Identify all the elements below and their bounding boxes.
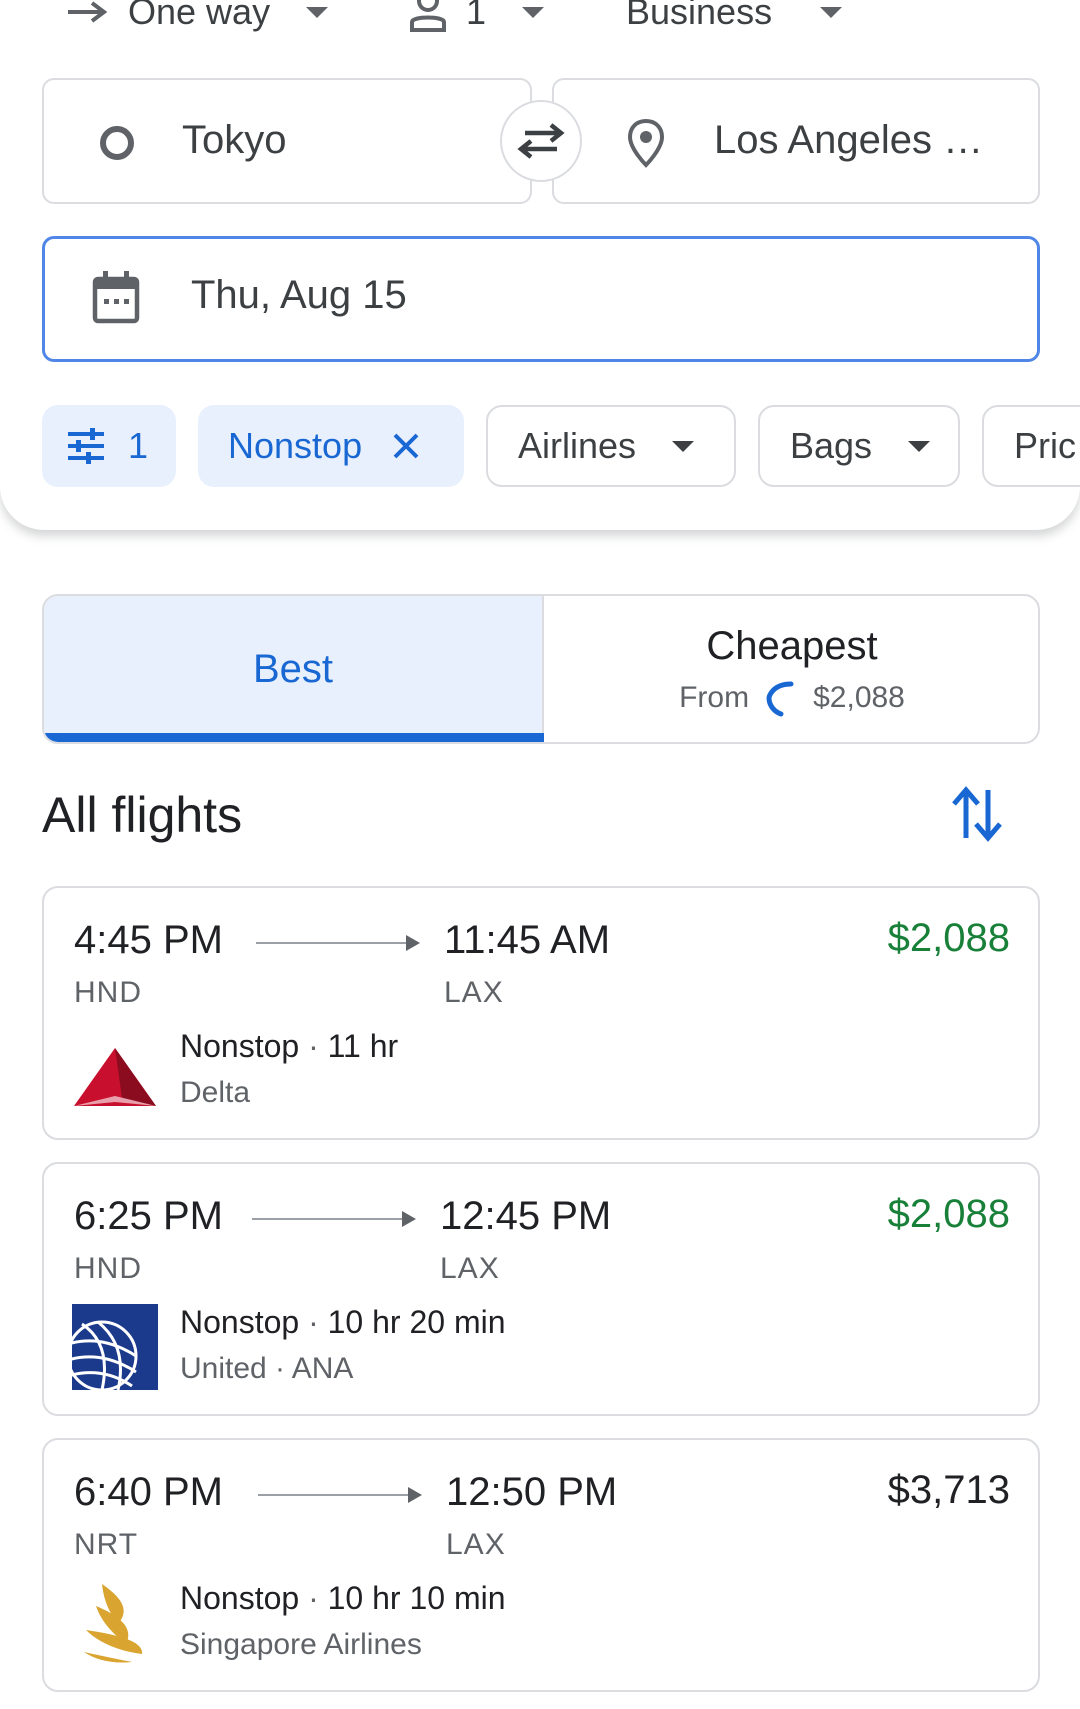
stops-label: Nonstop: [180, 1028, 300, 1064]
flight-arrow: [258, 1494, 408, 1496]
chip-price-label: Pric: [1014, 425, 1076, 466]
departure-date-field[interactable]: Thu, Aug 15: [42, 236, 1040, 362]
search-panel: One way 1 Business Tokyo Los Angeles … T…: [0, 0, 1080, 530]
arrive-time: 11:45 AM: [444, 918, 611, 962]
origin-circle-icon: [100, 126, 134, 160]
airline-name: Singapore Airlines: [180, 1628, 422, 1661]
chip-airlines-label: Airlines: [518, 425, 637, 466]
destination-field[interactable]: Los Angeles …: [552, 78, 1040, 204]
depart-airport-code: NRT: [74, 1528, 139, 1561]
arrive-time: 12:45 PM: [440, 1194, 612, 1238]
stops-label: Nonstop: [180, 1580, 300, 1616]
chip-price[interactable]: Pric: [982, 405, 1080, 487]
stops-label: Nonstop: [180, 1304, 300, 1340]
tune-icon: [68, 428, 104, 464]
origin-text: Tokyo: [182, 118, 287, 162]
flight-card[interactable]: 6:40 PM 12:50 PM $3,713 NRT LAX Nonstop …: [42, 1438, 1040, 1692]
tab-best[interactable]: Best: [44, 596, 544, 742]
depart-airport-code: HND: [74, 1252, 142, 1285]
arrow-right-icon: [68, 1, 108, 23]
tab-best-label: Best: [252, 646, 334, 691]
filter-count: 1: [128, 425, 149, 466]
calendar-icon: [92, 271, 140, 324]
depart-time: 4:45 PM: [74, 918, 223, 962]
flight-card[interactable]: 6:25 PM 12:45 PM $2,088 HND LAX Nonstop …: [42, 1162, 1040, 1416]
cabin-class-selector[interactable]: Business: [626, 0, 843, 34]
passenger-count: 1: [466, 0, 487, 32]
passenger-selector[interactable]: 1: [408, 0, 545, 34]
flight-price: $3,713: [887, 1468, 1010, 1512]
arrive-airport-code: LAX: [446, 1528, 506, 1561]
flight-card[interactable]: 4:45 PM 11:45 AM $2,088 HND LAX Nonstop …: [42, 886, 1040, 1140]
loading-spinner-icon: [766, 681, 794, 717]
singapore-airlines-logo-icon: [84, 1584, 143, 1663]
depart-time: 6:40 PM: [74, 1470, 223, 1514]
arrive-airport-code: LAX: [444, 976, 504, 1009]
duration-label: 11 hr: [327, 1028, 399, 1064]
sort-icon[interactable]: [950, 786, 1004, 842]
swap-icon: [517, 123, 565, 159]
origin-field[interactable]: Tokyo: [42, 78, 532, 204]
cheapest-from-label: From: [679, 681, 750, 714]
trip-type-label: One way: [128, 0, 271, 32]
tab-cheapest[interactable]: Cheapest From $2,088: [544, 596, 1038, 742]
chip-bags-label: Bags: [790, 425, 873, 466]
close-icon[interactable]: [392, 432, 420, 460]
arrow-head-icon: [406, 935, 420, 951]
airline-name: United: [180, 1352, 267, 1385]
location-pin-icon: [627, 118, 665, 168]
chevron-down-icon: [306, 6, 329, 18]
flight-arrow: [252, 1218, 402, 1220]
swap-locations-button[interactable]: [500, 100, 582, 182]
arrive-time: 12:50 PM: [446, 1470, 618, 1514]
sort-tabs: Best Cheapest From $2,088: [42, 594, 1040, 744]
destination-text: Los Angeles …: [714, 118, 984, 162]
arrow-head-icon: [408, 1487, 422, 1503]
tab-cheapest-label: Cheapest: [706, 624, 878, 668]
flight-price: $2,088: [887, 1192, 1010, 1236]
cabin-class-label: Business: [626, 0, 773, 32]
departure-date-text: Thu, Aug 15: [191, 273, 407, 317]
results-heading: All flights: [42, 787, 243, 843]
chip-nonstop[interactable]: Nonstop: [198, 405, 464, 487]
duration-label: 10 hr 20 min: [327, 1304, 506, 1340]
chevron-down-icon: [672, 440, 695, 452]
flight-price: $2,088: [887, 916, 1010, 960]
delta-logo-icon: [74, 1048, 156, 1106]
chevron-down-icon: [820, 6, 843, 18]
chip-bags[interactable]: Bags: [758, 405, 960, 487]
duration-label: 10 hr 10 min: [327, 1580, 506, 1616]
chip-airlines[interactable]: Airlines: [486, 405, 736, 487]
partner-airline-name: ANA: [291, 1352, 354, 1385]
chevron-down-icon: [522, 6, 545, 18]
airline-name: Delta: [180, 1076, 251, 1109]
cheapest-price: $2,088: [813, 681, 905, 714]
depart-airport-code: HND: [74, 976, 142, 1009]
depart-time: 6:25 PM: [74, 1194, 223, 1238]
person-icon: [410, 0, 446, 32]
united-logo-icon: [72, 1304, 158, 1390]
arrow-head-icon: [402, 1211, 416, 1227]
tab-active-indicator: [44, 733, 544, 742]
trip-type-selector[interactable]: One way: [66, 0, 329, 34]
flight-arrow: [256, 942, 406, 944]
arrive-airport-code: LAX: [440, 1252, 500, 1285]
chip-nonstop-label: Nonstop: [228, 425, 363, 466]
chevron-down-icon: [908, 440, 931, 452]
all-filters-button[interactable]: 1: [42, 405, 176, 487]
